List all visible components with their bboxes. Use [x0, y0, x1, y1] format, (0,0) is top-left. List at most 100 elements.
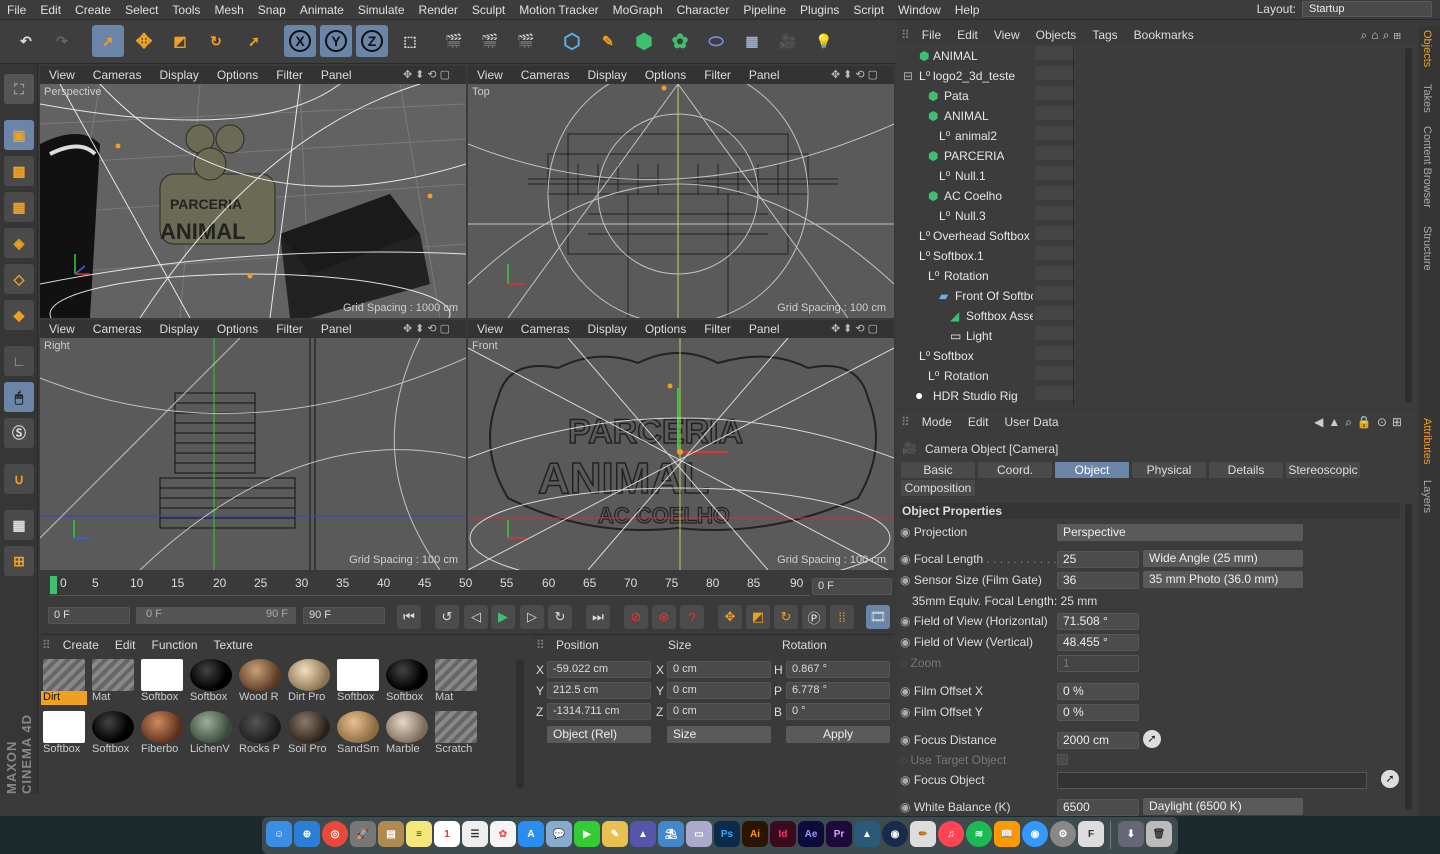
tab-basic[interactable]: Basic [900, 461, 976, 479]
lock-workplane-icon[interactable]: ⊞ [4, 546, 34, 576]
menu-character[interactable]: Character [670, 3, 737, 17]
launchpad-icon[interactable]: 🚀 [350, 821, 376, 847]
tab-coord[interactable]: Coord. [977, 461, 1053, 479]
photoshop-icon[interactable]: Ps [714, 821, 740, 847]
vp-menu-panel[interactable]: Panel [740, 68, 789, 82]
viewport-nav-icons[interactable]: ✥⬍⟲▢ [822, 68, 890, 81]
radio-icon[interactable]: ◉ [900, 573, 910, 587]
vp-menu-panel[interactable]: Panel [312, 68, 361, 82]
timeline-window-icon[interactable]: 🎞 [866, 605, 890, 629]
size-mode-dropdown[interactable]: Size [667, 726, 771, 743]
mat-menu-edit[interactable]: Edit [107, 638, 144, 652]
object-row[interactable]: L⁰ Softbox.1 [897, 246, 1402, 266]
next-frame-icon[interactable]: ▷ [520, 605, 544, 629]
solo-icon[interactable]: Ⓢ [4, 418, 34, 448]
vp-menu-view[interactable]: View [468, 322, 512, 336]
vp-menu-filter[interactable]: Filter [695, 322, 740, 336]
side-tab-structure[interactable]: Structure [1421, 226, 1433, 271]
subdivision-icon[interactable]: ⬢ [628, 25, 660, 57]
render-view-icon[interactable]: 🎬 [438, 25, 470, 57]
safari-icon[interactable]: ⊕ [294, 821, 320, 847]
cloner-icon[interactable]: ✿ [664, 25, 696, 57]
rotate-icon[interactable]: ↻ [200, 25, 232, 57]
vp-menu-cameras[interactable]: Cameras [512, 68, 579, 82]
menu-edit[interactable]: Edit [33, 3, 68, 17]
undo-icon[interactable]: ↶ [10, 25, 42, 57]
app-store-icon[interactable]: A [518, 821, 544, 847]
facetime-icon[interactable]: ▶ [574, 821, 600, 847]
side-tab-takes[interactable]: Takes [1421, 84, 1433, 113]
menu-script[interactable]: Script [846, 3, 891, 17]
sensor-size-field[interactable]: 36 [1057, 572, 1139, 589]
menu-pipeline[interactable]: Pipeline [736, 3, 793, 17]
projection-dropdown[interactable]: Perspective [1057, 524, 1303, 541]
menu-render[interactable]: Render [412, 3, 465, 17]
viewport-nav-icons[interactable]: ✥⬍⟲▢ [822, 322, 890, 335]
model-mode-icon[interactable]: ▣ [4, 120, 34, 150]
material-scrollbar[interactable] [516, 659, 524, 789]
menu-snap[interactable]: Snap [251, 3, 293, 17]
illustrator-icon[interactable]: Ai [742, 821, 768, 847]
chrome-icon[interactable]: ◎ [322, 821, 348, 847]
coordinate-system-icon[interactable]: ⬚ [394, 25, 426, 57]
spotify-icon[interactable]: ≋ [966, 821, 992, 847]
vp-menu-cameras[interactable]: Cameras [84, 322, 151, 336]
position-y-field[interactable]: 212.5 cm [547, 682, 651, 699]
object-search-icons[interactable]: ⌕⌂⌕⊞ [1361, 28, 1405, 43]
pick-object-icon[interactable]: ➚ [1381, 770, 1399, 788]
side-tab-objects[interactable]: Objects [1421, 30, 1433, 67]
viewport-nav-icons[interactable]: ✥⬍⟲▢ [394, 322, 462, 335]
material-swatch[interactable]: Wood R [237, 657, 283, 705]
recent-tool-icon[interactable]: ➚ [238, 25, 270, 57]
timeline-playhead[interactable] [50, 576, 57, 594]
key-position-icon[interactable]: ✥ [718, 605, 742, 629]
tab-stereoscopic[interactable]: Stereoscopic [1285, 461, 1361, 479]
timeline-ruler[interactable]: 0 5 10 15 20 25 30 35 40 45 50 55 60 65 … [50, 574, 810, 596]
pages-icon[interactable]: ✎ [602, 821, 628, 847]
fov-vertical-field[interactable]: 48.455 ° [1057, 634, 1139, 651]
attr-menu-mode[interactable]: Mode [914, 415, 960, 429]
focal-length-field[interactable]: 25 [1057, 551, 1139, 568]
fov-horizontal-field[interactable]: 71.508 ° [1057, 613, 1139, 630]
menu-file[interactable]: File [0, 3, 33, 17]
previous-key-icon[interactable]: ↺ [435, 605, 459, 629]
material-swatch[interactable]: Dirt Pro [286, 657, 332, 705]
vp-menu-display[interactable]: Display [578, 322, 635, 336]
focus-object-link-field[interactable] [1057, 772, 1367, 789]
menu-tools[interactable]: Tools [165, 3, 207, 17]
vp-menu-cameras[interactable]: Cameras [512, 322, 579, 336]
keynote-icon[interactable]: ▲ [630, 821, 656, 847]
attribute-nav-icons[interactable]: ◀▲⌕🔒⊙⊞ [1314, 415, 1407, 430]
radio-icon[interactable]: ◉ [900, 635, 910, 649]
z-axis-button[interactable]: Z [356, 25, 388, 57]
radio-icon[interactable]: ◉ [900, 800, 910, 814]
floor-icon[interactable]: ▦ [736, 25, 768, 57]
layout-dropdown[interactable]: Startup [1302, 1, 1432, 17]
key-scale-icon[interactable]: ◩ [746, 605, 770, 629]
preview-icon[interactable]: ⛱ [658, 821, 684, 847]
vp-menu-filter[interactable]: Filter [695, 68, 740, 82]
object-row[interactable]: ▭ Light [897, 326, 1402, 346]
material-swatch[interactable]: Rocks P [237, 709, 283, 757]
obj-menu-file[interactable]: File [914, 28, 949, 42]
vp-menu-display[interactable]: Display [150, 322, 207, 336]
material-swatch[interactable]: SandSm [335, 709, 381, 757]
object-row[interactable]: L⁰ Rotation [897, 266, 1402, 286]
menu-plugins[interactable]: Plugins [793, 3, 846, 17]
x-axis-button[interactable]: X [284, 25, 316, 57]
vp-menu-panel[interactable]: Panel [312, 322, 361, 336]
cinema4d-icon[interactable]: ◉ [882, 821, 908, 847]
camera-icon[interactable]: 🎥 [772, 25, 804, 57]
edges-mode-icon[interactable]: ◇ [4, 264, 34, 294]
menu-sculpt[interactable]: Sculpt [465, 3, 512, 17]
material-swatch[interactable]: Softbox [90, 709, 136, 757]
menu-window[interactable]: Window [891, 3, 948, 17]
keyframe-selection-icon[interactable]: ? [680, 605, 704, 629]
obj-menu-bookmarks[interactable]: Bookmarks [1126, 28, 1202, 42]
material-swatch[interactable]: LichenV [188, 709, 234, 757]
material-swatch[interactable]: Dirt [41, 657, 87, 705]
render-settings-icon[interactable]: 🎬 [510, 25, 542, 57]
radio-icon[interactable]: ◉ [900, 684, 910, 698]
material-swatch[interactable]: Soil Pro [286, 709, 332, 757]
vp-menu-view[interactable]: View [40, 322, 84, 336]
